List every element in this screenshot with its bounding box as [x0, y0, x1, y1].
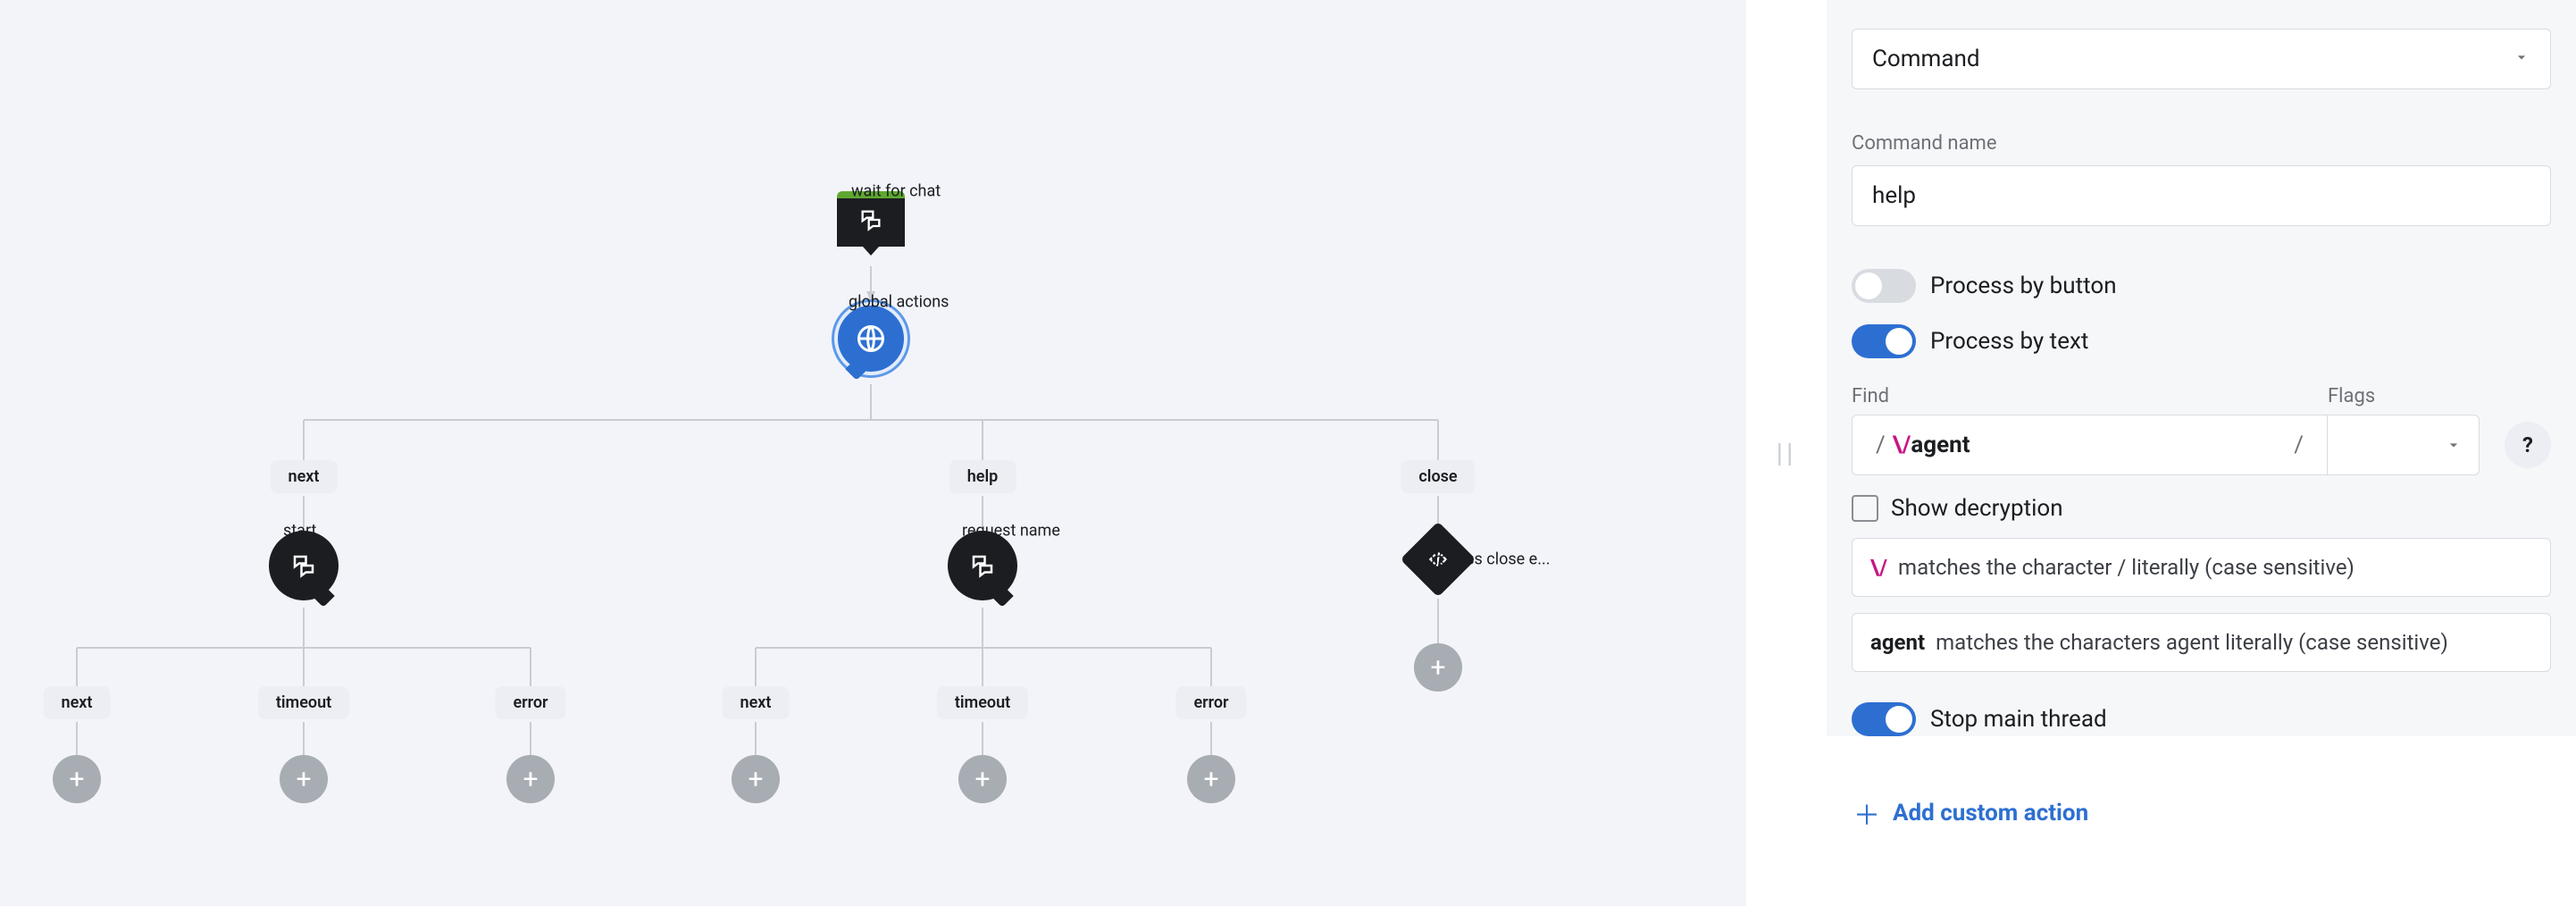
help-icon: ? — [2522, 432, 2533, 457]
branch-pill-next[interactable]: next — [271, 460, 338, 493]
chevron-down-icon — [2513, 46, 2530, 72]
add-node-button[interactable]: + — [506, 755, 555, 803]
stop-main-thread-toggle[interactable] — [1852, 702, 1916, 736]
add-node-button[interactable]: + — [958, 755, 1007, 803]
process-by-text-label: Process by text — [1930, 328, 2088, 355]
node-label: start — [283, 522, 316, 541]
node-label: process close e... — [1426, 550, 1550, 569]
add-custom-action-button[interactable]: ＋ Add custom action — [1827, 767, 2576, 860]
flags-label: Flags — [2328, 385, 2480, 407]
stop-main-thread-label: Stop main thread — [1930, 706, 2107, 733]
branch-pill[interactable]: timeout — [937, 686, 1028, 719]
regex-help-button[interactable]: ? — [2505, 422, 2551, 468]
branch-pill[interactable]: next — [44, 686, 111, 719]
chat-bubbles-icon — [858, 207, 883, 232]
add-node-button[interactable]: + — [1414, 643, 1462, 692]
connector-lines — [0, 0, 1746, 906]
branch-pill[interactable]: error — [495, 686, 565, 719]
regex-close-delim: / — [2294, 432, 2304, 458]
show-decryption-checkbox[interactable] — [1852, 495, 1878, 522]
process-by-button-label: Process by button — [1930, 273, 2117, 299]
process-as-value: Command — [1872, 46, 1980, 72]
show-decryption-label: Show decryption — [1891, 495, 2063, 522]
node-label: request name — [962, 522, 1060, 541]
regex-flags-select[interactable] — [2328, 415, 2480, 475]
token-desc: matches the character / literally (case … — [1898, 555, 2354, 580]
token-desc: matches the characters agent literally (… — [1936, 630, 2448, 655]
branch-pill[interactable]: error — [1175, 686, 1246, 719]
branch-pill[interactable]: timeout — [258, 686, 349, 719]
command-name-value: help — [1872, 182, 1916, 209]
process-as-select[interactable]: Command — [1852, 29, 2551, 89]
process-by-button-toggle[interactable] — [1852, 269, 1916, 303]
add-node-button[interactable]: + — [1187, 755, 1235, 803]
token: agent — [1870, 630, 1925, 655]
panel-resize-handle[interactable]: || — [1746, 0, 1827, 906]
branch-pill-close[interactable]: close — [1401, 460, 1475, 493]
decryption-row-1: \/ matches the character / literally (ca… — [1852, 538, 2551, 597]
chat-bubbles-icon — [290, 552, 317, 579]
regex-find-input[interactable]: / \/ agent / — [1852, 415, 2328, 475]
add-node-button[interactable]: + — [280, 755, 328, 803]
regex-escape-token: \/ — [1893, 432, 1911, 458]
globe-icon — [855, 323, 887, 355]
node-label: wait for chat — [851, 182, 941, 201]
add-node-button[interactable]: + — [53, 755, 101, 803]
process-by-text-toggle[interactable] — [1852, 324, 1916, 358]
grip-icon: || — [1777, 438, 1797, 469]
plus-icon: ＋ — [1853, 793, 1880, 833]
chat-bubbles-icon — [969, 552, 996, 579]
regex-open-delim: / — [1876, 432, 1886, 458]
find-label: Find — [1852, 385, 2328, 407]
properties-panel: Process as Command Command name help Pro… — [1827, 0, 2576, 906]
node-label: global actions — [849, 293, 949, 312]
chevron-down-icon — [2445, 436, 2463, 454]
regex-literal-token: agent — [1911, 432, 1970, 458]
add-custom-action-label: Add custom action — [1893, 800, 2088, 826]
token: \/ — [1870, 555, 1887, 580]
branch-pill-help[interactable]: help — [949, 460, 1016, 493]
branch-pill[interactable]: next — [723, 686, 790, 719]
flow-canvas[interactable]: wait for chat global actions next help c… — [0, 0, 1746, 906]
add-node-button[interactable]: + — [732, 755, 780, 803]
command-name-label: Command name — [1852, 132, 2551, 155]
command-name-input[interactable]: help — [1852, 165, 2551, 226]
decryption-row-2: agent matches the characters agent liter… — [1852, 613, 2551, 672]
